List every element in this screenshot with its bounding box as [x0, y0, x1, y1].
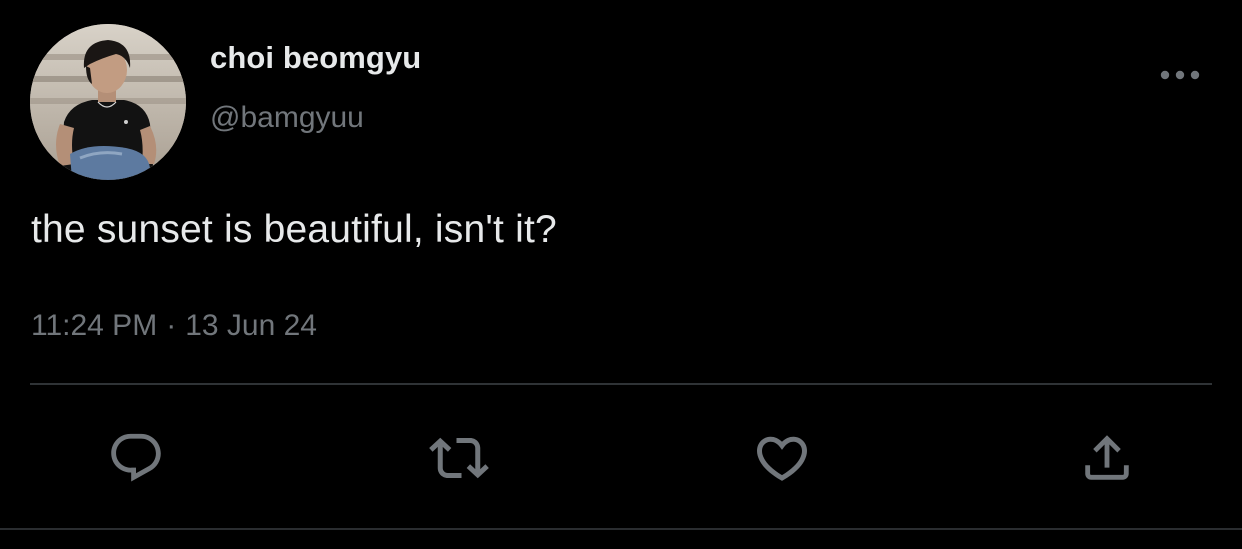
like-button[interactable] — [750, 426, 814, 490]
retweet-icon — [429, 437, 489, 479]
heart-icon — [756, 436, 808, 481]
tweet-detail: choi beomgyu @bamgyuu the sunset is beau… — [0, 0, 1242, 549]
tweet-date: 13 Jun 24 — [185, 309, 317, 342]
tweet-timestamp[interactable]: 11:24 PM · 13 Jun 24 — [31, 309, 317, 343]
tweet-text: the sunset is beautiful, isn't it? — [31, 208, 557, 251]
reply-icon — [111, 433, 161, 482]
user-handle[interactable]: @bamgyuu — [210, 101, 364, 135]
avatar[interactable] — [30, 24, 186, 180]
share-icon — [1085, 435, 1129, 480]
share-button[interactable] — [1075, 426, 1139, 490]
divider — [0, 528, 1242, 530]
reply-button[interactable] — [104, 426, 168, 490]
more-options-icon — [1160, 70, 1200, 80]
avatar-photo — [30, 24, 186, 180]
retweet-button[interactable] — [427, 426, 491, 490]
meta-separator: · — [166, 309, 177, 342]
display-name[interactable]: choi beomgyu — [210, 40, 421, 76]
tweet-time: 11:24 PM — [31, 309, 158, 342]
divider — [30, 383, 1212, 385]
more-options-button[interactable] — [1152, 58, 1208, 92]
